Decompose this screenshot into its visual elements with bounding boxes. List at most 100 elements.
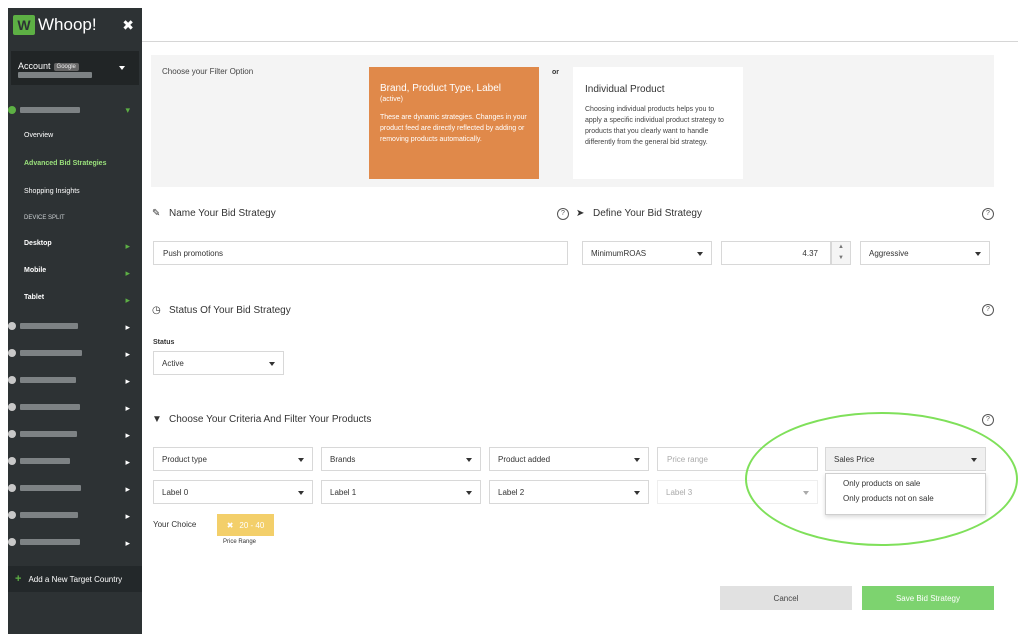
- section-title: Name Your Bid Strategy: [169, 208, 276, 219]
- chevron-down-icon: [298, 458, 304, 462]
- campaign-name-redacted: [20, 404, 80, 410]
- save-bid-strategy-button[interactable]: Save Bid Strategy: [862, 586, 994, 610]
- remove-chip-icon[interactable]: ✖: [227, 521, 234, 530]
- chip-caption: Price Range: [223, 539, 257, 545]
- filter-option-panel: Choose your Filter Option Brand, Product…: [151, 55, 994, 187]
- sidebar-campaign[interactable]: ▸: [8, 348, 142, 360]
- close-sidebar-icon[interactable]: ✖: [122, 17, 134, 34]
- chevron-right-icon: ▸: [125, 484, 130, 494]
- status-dot-icon: [8, 322, 16, 330]
- sidebar-campaign[interactable]: ▸: [8, 483, 142, 495]
- status-dot-icon: [8, 376, 16, 384]
- sidebar-campaign-expanded[interactable]: ▾: [8, 105, 142, 117]
- sidebar-item-label: Tablet: [24, 294, 45, 301]
- campaign-name-redacted: [20, 107, 80, 113]
- chevron-down-icon: [634, 458, 640, 462]
- sidebar-campaign[interactable]: ▸: [8, 375, 142, 387]
- sidebar-item-overview[interactable]: Overview: [24, 132, 53, 139]
- define-section-heading: ➤ Define Your Bid Strategy: [576, 208, 702, 219]
- cancel-button[interactable]: Cancel: [720, 586, 852, 610]
- target-value-input[interactable]: 4.37: [721, 241, 831, 265]
- chevron-down-icon: [298, 491, 304, 495]
- or-separator: or: [552, 69, 559, 76]
- chevron-right-icon: ▸: [125, 376, 130, 386]
- select-value: Label 0: [162, 487, 189, 497]
- your-choice-label: Your Choice: [153, 520, 197, 529]
- sidebar-item-shopping-insights[interactable]: Shopping Insights: [24, 188, 80, 195]
- sidebar-campaign[interactable]: ▸: [8, 537, 142, 549]
- card-status: (active): [380, 96, 403, 103]
- product-type-select[interactable]: Product type: [153, 447, 313, 471]
- chevron-right-icon: ▸: [125, 322, 130, 332]
- select-value: Label 1: [330, 487, 357, 497]
- label-0-select[interactable]: Label 0: [153, 480, 313, 504]
- campaign-name-redacted: [20, 485, 81, 491]
- help-icon[interactable]: ?: [982, 414, 994, 426]
- value-stepper[interactable]: ▲ ▼: [831, 241, 851, 265]
- campaign-name-redacted: [20, 350, 82, 356]
- sidebar-campaign[interactable]: ▸: [8, 321, 142, 333]
- product-added-select[interactable]: Product added: [489, 447, 649, 471]
- sidebar-campaign[interactable]: ▸: [8, 456, 142, 468]
- status-dot-icon: [8, 484, 16, 492]
- chevron-down-icon: [697, 252, 703, 256]
- stepper-down-icon[interactable]: ▼: [832, 253, 850, 264]
- sidebar-campaign[interactable]: ▸: [8, 402, 142, 414]
- sidebar-campaign[interactable]: ▸: [8, 510, 142, 522]
- campaign-name-redacted: [20, 431, 77, 437]
- sidebar-campaign[interactable]: ▸: [8, 429, 142, 441]
- add-target-country-button[interactable]: + Add a New Target Country: [8, 566, 142, 592]
- clock-icon: ◷: [152, 305, 161, 316]
- select-value: Brands: [330, 454, 356, 464]
- section-title: Status Of Your Bid Strategy: [169, 305, 291, 316]
- metric-select[interactable]: MinimumROAS: [582, 241, 712, 265]
- status-section-heading: ◷ Status Of Your Bid Strategy: [152, 305, 291, 316]
- label-1-select[interactable]: Label 1: [321, 480, 481, 504]
- card-description: Choosing individual products helps you t…: [585, 106, 724, 146]
- highlight-annotation: [745, 412, 1018, 546]
- account-selector[interactable]: Account Google: [11, 51, 139, 85]
- price-range-chip[interactable]: ✖ 20 - 40: [217, 514, 274, 536]
- filter-icon: ▼: [152, 414, 162, 425]
- section-title: Choose Your Criteria And Filter Your Pro…: [169, 414, 372, 425]
- metric-value: MinimumROAS: [591, 248, 647, 258]
- status-dot-icon: [8, 457, 16, 465]
- status-select[interactable]: Active: [153, 351, 284, 375]
- status-value: Active: [162, 358, 184, 368]
- chevron-right-icon: ▸: [125, 511, 130, 521]
- filter-card-individual-product[interactable]: Individual Product Choosing individual p…: [573, 67, 743, 179]
- chevron-right-icon: ▸: [125, 349, 130, 359]
- chevron-down-icon: [975, 252, 981, 256]
- campaign-name-redacted: [20, 323, 78, 329]
- strategy-name-input[interactable]: Push promotions: [153, 241, 568, 265]
- chevron-down-icon: [119, 66, 125, 70]
- label-2-select[interactable]: Label 2: [489, 480, 649, 504]
- criteria-section-heading: ▼ Choose Your Criteria And Filter Your P…: [152, 414, 371, 425]
- add-target-country-label: Add a New Target Country: [28, 574, 123, 584]
- account-name-redacted: [18, 72, 92, 78]
- filter-option-label: Choose your Filter Option: [162, 67, 254, 76]
- chevron-right-icon: ▸: [125, 430, 130, 440]
- header-divider: [142, 41, 1018, 42]
- help-icon[interactable]: ?: [982, 208, 994, 220]
- chevron-right-icon: ▸: [125, 403, 130, 413]
- sidebar-item-desktop[interactable]: Desktop ▸: [8, 240, 142, 252]
- help-icon[interactable]: ?: [982, 304, 994, 316]
- brands-select[interactable]: Brands: [321, 447, 481, 471]
- sidebar-item-label: Mobile: [24, 267, 47, 274]
- sidebar-item-advanced-bid-strategies[interactable]: Advanced Bid Strategies: [24, 160, 106, 167]
- status-dot-icon: [8, 106, 16, 114]
- name-section-heading: ✎ Name Your Bid Strategy: [152, 208, 276, 219]
- help-icon[interactable]: ?: [557, 208, 569, 220]
- plus-icon: +: [15, 573, 22, 585]
- chevron-right-icon: ▸: [125, 268, 130, 278]
- sidebar-item-label: Desktop: [24, 240, 52, 247]
- stepper-up-icon[interactable]: ▲: [832, 242, 850, 253]
- select-value: Product type: [162, 454, 207, 464]
- filter-card-brand-type-label[interactable]: Brand, Product Type, Label (active) Thes…: [369, 67, 539, 179]
- device-split-heading: DEVICE SPLIT: [24, 215, 65, 221]
- sidebar-item-mobile[interactable]: Mobile ▸: [8, 267, 142, 279]
- whoop-logo-icon: W: [13, 15, 35, 35]
- mode-select[interactable]: Aggressive: [860, 241, 990, 265]
- sidebar-item-tablet[interactable]: Tablet ▸: [8, 294, 142, 306]
